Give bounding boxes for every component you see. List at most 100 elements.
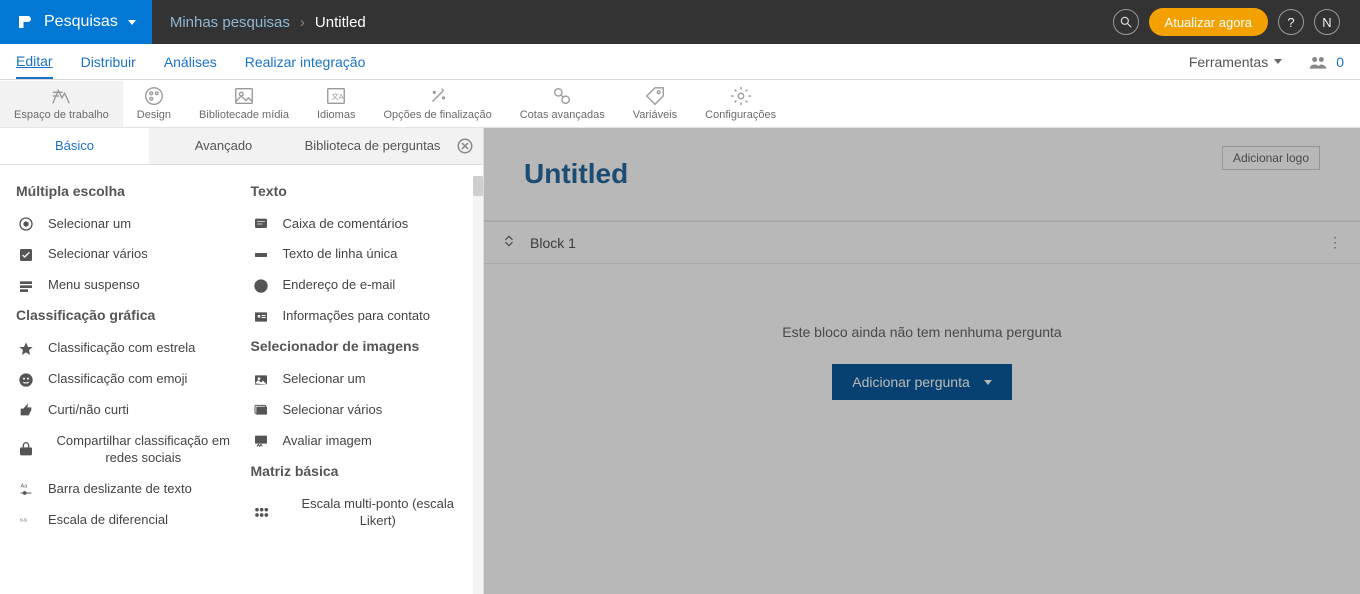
question-type-item[interactable]: Informações para contato — [251, 301, 474, 332]
survey-title[interactable]: Untitled — [524, 158, 1320, 190]
question-type-item[interactable]: Caixa de comentários — [251, 209, 474, 240]
block-body: Este bloco ainda não tem nenhuma pergunt… — [484, 264, 1360, 460]
nav-analyze[interactable]: Análises — [164, 46, 217, 78]
question-type-item[interactable]: AaBarra deslizante de texto — [16, 474, 239, 505]
question-type-label: Informações para contato — [283, 308, 430, 325]
panel-scrollbar[interactable] — [473, 176, 483, 594]
palette-icon — [143, 85, 165, 107]
tab-basic[interactable]: Básico — [0, 128, 149, 164]
close-panel-button[interactable] — [447, 128, 483, 164]
main-nav: Editar Distribuir Análises Realizar inte… — [0, 44, 1360, 80]
ribbon-quotas[interactable]: Cotas avançadas — [506, 81, 619, 127]
question-type-item[interactable]: 0-9 Escala de diferencial — [16, 505, 239, 536]
question-type-item[interactable]: Compartilhar classificação em redes soci… — [16, 426, 239, 474]
tab-advanced[interactable]: Avançado — [149, 128, 298, 164]
group-title: Múltipla escolha — [16, 183, 239, 199]
svg-text:文A: 文A — [332, 92, 344, 101]
add-question-button[interactable]: Adicionar pergunta — [832, 364, 1012, 400]
group-title: Texto — [251, 183, 474, 199]
user-initial: N — [1322, 15, 1331, 30]
ribbon-label: Idiomas — [317, 109, 356, 121]
question-type-item[interactable]: Curti/não curti — [16, 395, 239, 426]
collapse-icon[interactable] — [502, 234, 516, 251]
nav-integrate[interactable]: Realizar integração — [245, 46, 366, 78]
nav-distribute[interactable]: Distribuir — [81, 46, 136, 78]
tab-library[interactable]: Biblioteca de perguntas — [298, 128, 447, 164]
block-menu-button[interactable]: ⋮ — [1328, 234, 1342, 251]
panel-tabs: Básico Avançado Biblioteca de perguntas — [0, 128, 483, 165]
update-now-button[interactable]: Atualizar agora — [1149, 8, 1268, 36]
brand-label: Pesquisas — [44, 13, 118, 31]
question-type-label: Avaliar imagem — [283, 433, 372, 450]
img-icon — [251, 372, 271, 388]
ribbon-workspace[interactable]: Espaço de trabalho — [0, 81, 123, 127]
question-type-item[interactable]: Selecionar vários — [16, 239, 239, 270]
ribbon-settings[interactable]: Configurações — [691, 81, 790, 127]
question-type-label: Selecionar um — [283, 371, 366, 388]
thumb-icon — [16, 402, 36, 418]
search-icon — [1119, 15, 1133, 29]
breadcrumb-current: Untitled — [315, 14, 366, 31]
svg-text:0-9: 0-9 — [20, 517, 27, 522]
question-type-label: Selecionar vários — [283, 402, 383, 419]
survey-block: Block 1 ⋮ Este bloco ainda não tem nenhu… — [484, 221, 1360, 460]
tag-icon — [644, 85, 666, 107]
nav-edit[interactable]: Editar — [16, 45, 53, 79]
question-type-item[interactable]: Escala multi-ponto (escala Likert) — [251, 489, 474, 537]
dropdown-icon — [16, 278, 36, 294]
comment-icon — [251, 216, 271, 232]
ribbon-finish[interactable]: Opções de finalização — [369, 81, 505, 127]
top-right-actions: Atualizar agora ? N — [1113, 8, 1360, 36]
ribbon-label: Configurações — [705, 109, 776, 121]
question-type-item[interactable]: Avaliar imagem — [251, 426, 474, 457]
question-type-item[interactable]: Menu suspenso — [16, 270, 239, 301]
question-type-item[interactable]: Classificação com emoji — [16, 364, 239, 395]
link-icon — [551, 85, 573, 107]
ribbon-design[interactable]: Design — [123, 81, 185, 127]
add-logo-button[interactable]: Adicionar logo — [1222, 146, 1320, 170]
question-type-label: Classificação com estrela — [48, 340, 195, 357]
imgrate-icon — [251, 433, 271, 449]
add-question-label: Adicionar pergunta — [852, 374, 970, 390]
check-icon — [16, 247, 36, 263]
contact-icon — [251, 309, 271, 325]
help-button[interactable]: ? — [1278, 9, 1304, 35]
group-title: Classificação gráfica — [16, 307, 239, 323]
question-type-label: Escala de diferencial — [48, 512, 168, 529]
question-type-label: Curti/não curti — [48, 402, 129, 419]
block-header[interactable]: Block 1 ⋮ — [484, 222, 1360, 264]
question-type-item[interactable]: Texto de linha única — [251, 239, 474, 270]
imgs-icon — [251, 402, 271, 418]
image-icon — [233, 85, 255, 107]
ribbon-languages[interactable]: 文A Idiomas — [303, 81, 370, 127]
question-type-label: Escala multi-ponto (escala Likert) — [283, 496, 474, 530]
ribbon-label: Bibliotecade mídia — [199, 109, 289, 121]
brand-menu[interactable]: Pesquisas — [0, 0, 152, 44]
ribbon-media[interactable]: Bibliotecade mídia — [185, 81, 303, 127]
people-icon — [1308, 55, 1328, 69]
chevron-down-icon — [128, 20, 136, 25]
question-type-item[interactable]: Endereço de e-mail — [251, 270, 474, 301]
survey-canvas: Adicionar logo Untitled Block 1 ⋮ Este b… — [484, 128, 1360, 594]
radio-icon — [16, 216, 36, 232]
question-type-label: Selecionar um — [48, 216, 131, 233]
ribbon-variables[interactable]: Variáveis — [619, 81, 691, 127]
breadcrumb: Minhas pesquisas › Untitled — [152, 14, 366, 31]
collaborators-button[interactable]: 0 — [1308, 54, 1344, 70]
survey-header: Adicionar logo Untitled — [484, 128, 1360, 221]
breadcrumb-root[interactable]: Minhas pesquisas — [170, 14, 290, 31]
question-type-item[interactable]: Classificação com estrela — [16, 333, 239, 364]
search-button[interactable] — [1113, 9, 1139, 35]
group-title: Matriz básica — [251, 463, 474, 479]
question-panel: Básico Avançado Biblioteca de perguntas … — [0, 128, 484, 594]
diff-icon: 0-9 — [16, 512, 36, 528]
collab-count: 0 — [1336, 54, 1344, 70]
empty-block-message: Este bloco ainda não tem nenhuma pergunt… — [504, 324, 1340, 340]
at-icon — [251, 278, 271, 294]
question-type-item[interactable]: Selecionar um — [251, 364, 474, 395]
question-type-item[interactable]: Selecionar vários — [251, 395, 474, 426]
user-avatar[interactable]: N — [1314, 9, 1340, 35]
tools-menu[interactable]: Ferramentas — [1189, 54, 1282, 70]
question-type-label: Selecionar vários — [48, 246, 148, 263]
question-type-item[interactable]: Selecionar um — [16, 209, 239, 240]
